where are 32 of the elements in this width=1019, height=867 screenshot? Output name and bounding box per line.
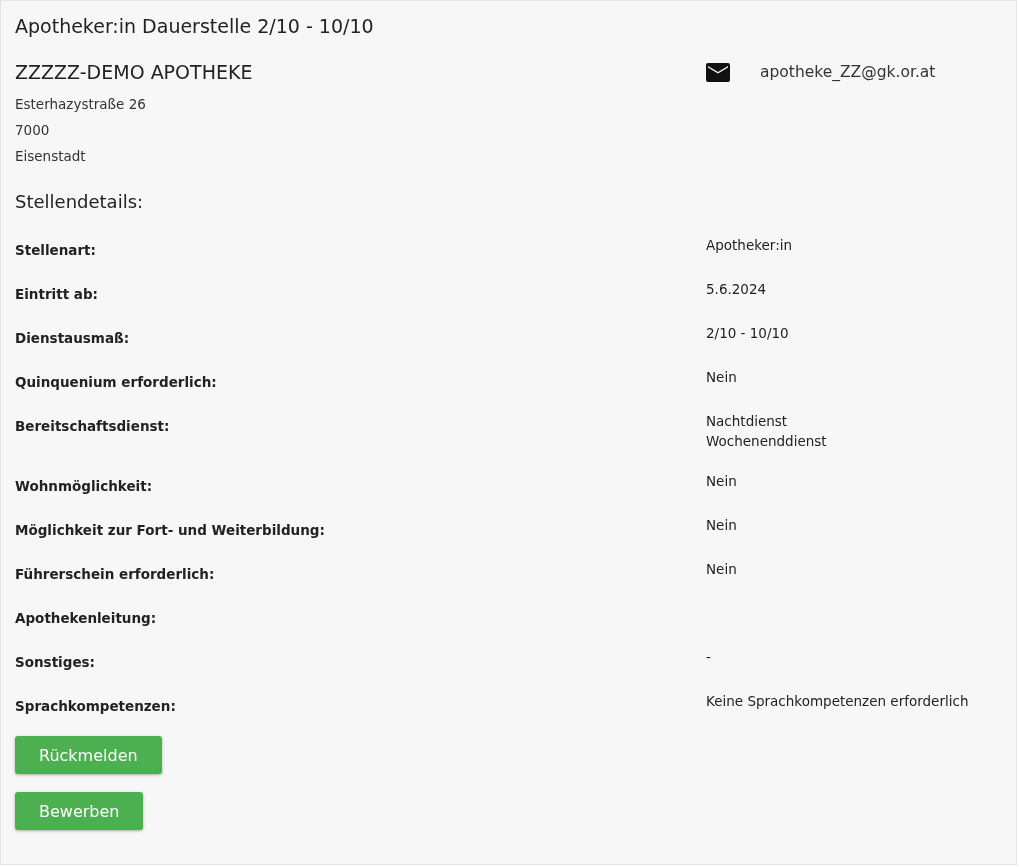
detail-label: Dienstausmaß: xyxy=(15,329,131,348)
detail-value: Nein xyxy=(706,560,738,579)
section-title: Stellendetails: xyxy=(15,191,145,212)
email-address: apotheke_ZZ@gk.or.at xyxy=(760,63,936,81)
detail-label: Apothekenleitung: xyxy=(15,609,158,628)
address-line: Eisenstadt xyxy=(15,147,87,166)
detail-value: - xyxy=(706,648,712,667)
detail-value: 2/10 - 10/10 xyxy=(706,324,790,343)
detail-value: Keine Sprachkompetenzen erforderlich xyxy=(706,692,970,711)
company-name: ZZZZZ-DEMO APOTHEKE xyxy=(15,61,254,83)
detail-value: Wochenenddienst xyxy=(706,432,828,451)
detail-label: Bereitschaftsdienst: xyxy=(15,417,171,436)
action-button[interactable]: Bewerben xyxy=(15,792,144,830)
detail-value: Apotheker:in xyxy=(706,236,794,255)
detail-value: Nein xyxy=(706,516,738,535)
address-line: Esterhazystraße 26 xyxy=(15,95,147,114)
detail-value: Nachtdienst xyxy=(706,412,789,431)
detail-label: Wohnmöglichkeit: xyxy=(15,477,154,496)
detail-value: 5.6.2024 xyxy=(706,280,768,299)
detail-label: Sprachkompetenzen: xyxy=(15,697,177,716)
address-line: 7000 xyxy=(15,121,51,140)
action-button[interactable]: Rückmelden xyxy=(15,736,162,774)
detail-label: Stellenart: xyxy=(15,241,97,260)
mail-icon xyxy=(706,63,730,82)
detail-label: Führerschein erforderlich: xyxy=(15,565,216,584)
detail-value: Nein xyxy=(706,472,738,491)
detail-label: Quinquenium erforderlich: xyxy=(15,373,218,392)
detail-value: Nein xyxy=(706,368,738,387)
detail-label: Eintritt ab: xyxy=(15,285,99,304)
job-title: Apotheker:in Dauerstelle 2/10 - 10/10 xyxy=(15,15,375,37)
detail-label: Möglichkeit zur Fort- und Weiterbildung: xyxy=(15,521,326,540)
detail-label: Sonstiges: xyxy=(15,653,96,672)
